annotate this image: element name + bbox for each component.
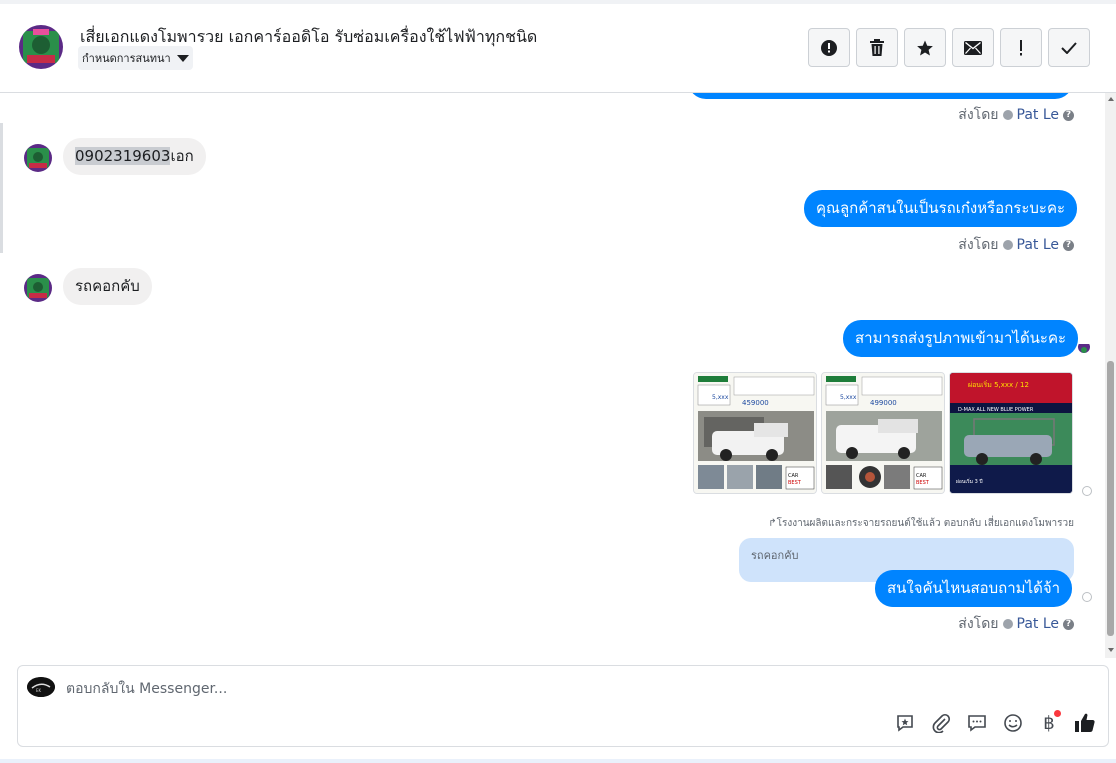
report-button[interactable]	[808, 28, 850, 67]
sent-by-label: ส่งโดย	[958, 616, 999, 632]
sent-by-label: ส่งโดย	[958, 237, 999, 253]
agent-name-link[interactable]: Pat Le	[1017, 107, 1060, 123]
svg-text:5,xxx: 5,xxx	[840, 394, 857, 401]
sent-by-row: ส่งโดย Pat Le ?	[958, 234, 1074, 256]
previous-outgoing-bubble	[688, 93, 1073, 99]
photo-attachments: 5,xxx 459000 CAR BEST 5,xxx 499000 CAR B…	[693, 372, 1073, 494]
svg-text:CAR: CAR	[788, 473, 799, 479]
outgoing-message: สามารถส่งรูปภาพเข้ามาได้นะคะ	[843, 320, 1079, 357]
incoming-message: 0902319603เอก	[63, 138, 206, 175]
sent-by-row: ส่งโดย Pat Le ?	[958, 104, 1074, 126]
incoming-message: รถคอกคับ	[63, 268, 152, 305]
thumbs-up-icon	[1075, 713, 1095, 732]
car-photo-2[interactable]: 5,xxx 499000 CAR BEST	[821, 372, 945, 494]
messenger-conversation-window: เสี่ยเอกแดงโมพารวย เอกคาร์ออดิโอ รับซ่อม…	[0, 0, 1116, 763]
quoted-text: รถคอกคับ	[751, 549, 799, 562]
sent-by-label: ส่งโดย	[958, 107, 999, 123]
notification-dot	[1054, 710, 1061, 717]
star-button[interactable]	[904, 28, 946, 67]
scroll-up-arrow-icon[interactable]	[1108, 97, 1114, 101]
car-photo-3[interactable]: ผ่อนเริ่ม 5,xxx / 12 D-MAX ALL NEW BLUE …	[949, 372, 1073, 494]
payment-button[interactable]: ฿	[1036, 710, 1062, 736]
composer-tools: ฿	[892, 710, 1098, 736]
svg-text:D-MAX ALL NEW BLUE POWER: D-MAX ALL NEW BLUE POWER	[958, 407, 1034, 413]
reply-context: ↱โรงงานผลิตและกระจายรถยนต์ใช้แล้ว ตอบกลั…	[768, 516, 1074, 531]
mark-unread-button[interactable]	[952, 28, 994, 67]
agent-name-link[interactable]: Pat Le	[1017, 237, 1060, 253]
svg-text:459000: 459000	[742, 399, 769, 407]
agent-status-icon	[1002, 619, 1013, 629]
help-icon[interactable]: ?	[1063, 239, 1074, 251]
assign-label: กำหนดการสนทนา	[82, 52, 171, 65]
chat-bubble-icon	[968, 715, 986, 732]
page-avatar: EK	[27, 677, 55, 697]
outgoing-message: คุณลูกค้าสนในเป็นรถเก๋งหรือกระบะคะ	[804, 190, 1078, 227]
sent-by-row: ส่งโดย Pat Le ?	[958, 613, 1074, 635]
quick-reply-button[interactable]	[964, 710, 990, 736]
delete-button[interactable]	[856, 28, 898, 67]
done-button[interactable]	[1048, 28, 1090, 67]
reply-input[interactable]	[66, 678, 766, 700]
seen-avatar	[1078, 341, 1090, 353]
emoji-button[interactable]	[1000, 710, 1026, 736]
top-divider	[0, 0, 1116, 4]
left-edge-bar	[0, 123, 3, 253]
delivered-check-icon	[1082, 486, 1092, 496]
agent-name-link[interactable]: Pat Le	[1017, 616, 1060, 632]
svg-text:499000: 499000	[870, 399, 897, 407]
outgoing-message: สนใจคันไหนสอบถามได้จ้า	[875, 570, 1073, 607]
paperclip-icon	[932, 713, 951, 733]
trash-icon	[870, 38, 884, 56]
svg-text:5,xxx: 5,xxx	[712, 394, 729, 401]
star-icon	[917, 40, 933, 55]
contact-avatar-small[interactable]	[24, 144, 52, 172]
saved-replies-button[interactable]	[892, 710, 918, 736]
bottom-strip	[0, 759, 1116, 763]
baht-icon: ฿	[1043, 712, 1055, 734]
saved-reply-star-icon	[897, 715, 913, 732]
message-text: เอก	[170, 147, 194, 165]
exclamation-icon	[1020, 39, 1022, 55]
svg-text:ผ่อนเริ่ม 3 ปี: ผ่อนเริ่ม 3 ปี	[956, 478, 983, 485]
like-button[interactable]	[1072, 710, 1098, 736]
svg-text:BEST: BEST	[788, 480, 802, 486]
attach-file-button[interactable]	[928, 710, 954, 736]
scroll-down-arrow-icon[interactable]	[1108, 648, 1114, 652]
help-icon[interactable]: ?	[1063, 109, 1074, 121]
agent-status-icon	[1002, 110, 1013, 120]
delivered-check-icon	[1082, 592, 1092, 602]
svg-text:CAR: CAR	[916, 473, 927, 479]
contact-avatar-small[interactable]	[24, 274, 52, 302]
caret-down-icon	[176, 54, 189, 62]
svg-text:BEST: BEST	[916, 480, 930, 486]
check-icon	[1061, 41, 1077, 54]
contact-avatar[interactable]	[19, 25, 63, 69]
smiley-icon	[1004, 714, 1022, 732]
spam-button[interactable]	[1000, 28, 1042, 67]
conversation-header: เสี่ยเอกแดงโมพารวย เอกคาร์ออดิโอ รับซ่อม…	[0, 0, 1116, 93]
envelope-icon	[964, 40, 982, 55]
phone-number-text[interactable]: 0902319603	[75, 147, 171, 165]
alert-circle-icon	[821, 39, 837, 56]
header-actions	[808, 28, 1090, 67]
message-thread[interactable]: ส่งโดย Pat Le ? 0902319603เอก คุณลูกค้าส…	[0, 93, 1116, 658]
reply-context-text: โรงงานผลิตและกระจายรถยนต์ใช้แล้ว ตอบกลับ…	[776, 518, 1074, 529]
reply-composer: EK ตอบกลับใน Messenger... ฿	[17, 665, 1109, 747]
thread-scrollbar-thumb[interactable]	[1107, 361, 1114, 636]
car-photo-1[interactable]: 5,xxx 459000 CAR BEST	[693, 372, 817, 494]
assign-conversation-dropdown[interactable]: กำหนดการสนทนา	[78, 46, 193, 70]
reply-arrow-icon: ↱	[768, 518, 777, 529]
svg-text:EK: EK	[36, 688, 42, 693]
svg-text:ผ่อนเริ่ม 5,xxx / 12: ผ่อนเริ่ม 5,xxx / 12	[968, 380, 1029, 389]
agent-status-icon	[1002, 240, 1013, 250]
help-icon[interactable]: ?	[1063, 618, 1074, 630]
